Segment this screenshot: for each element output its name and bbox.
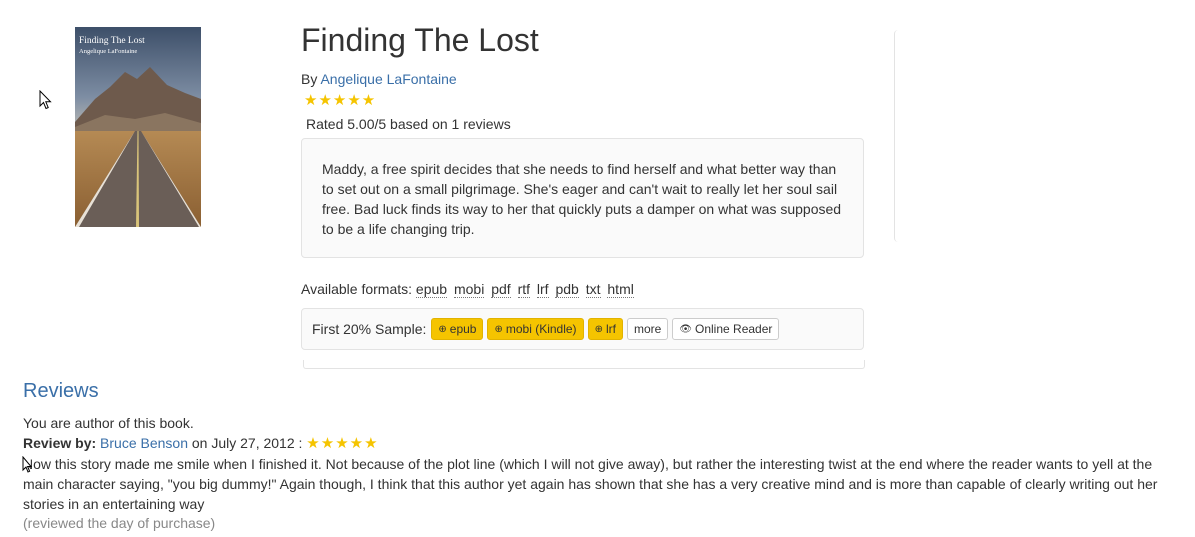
- author-note: You are author of this book.: [23, 415, 194, 431]
- cover-author: Angelique LaFontaine: [79, 48, 138, 55]
- sample-more-button[interactable]: more: [626, 318, 669, 340]
- format-lrf[interactable]: lrf: [536, 281, 549, 298]
- sample-lrf-label: lrf: [605, 322, 616, 336]
- review-star-rating-icon: ★★★★★: [306, 435, 379, 452]
- review-by-label: Review by:: [23, 435, 97, 451]
- sample-label: First 20% Sample:: [312, 321, 427, 337]
- panel-bottom-edge: [303, 360, 865, 369]
- online-reader-button[interactable]: 👁 Online Reader: [672, 318, 780, 340]
- review-text: Now this story made me smile when I fini…: [23, 456, 1158, 512]
- eye-icon: 👁: [679, 323, 692, 335]
- byline: By Angelique LaFontaine: [301, 70, 457, 88]
- sample-mobi-label: mobi (Kindle): [505, 322, 577, 336]
- sample-mobi-button[interactable]: ⊕ mobi (Kindle): [487, 318, 584, 340]
- review-date: on July 27, 2012 :: [191, 435, 303, 451]
- download-icon: ⊕: [438, 323, 447, 335]
- format-mobi[interactable]: mobi: [453, 281, 485, 298]
- author-link[interactable]: Angelique LaFontaine: [320, 71, 456, 87]
- cover-title: Finding The Lost: [79, 36, 145, 46]
- mouse-pointer-icon: [39, 90, 52, 110]
- sample-epub-label: epub: [449, 322, 477, 336]
- download-icon: ⊕: [594, 323, 603, 335]
- formats-label: Available formats:: [301, 281, 413, 297]
- available-formats: Available formats: epub mobi pdf rtf lrf…: [301, 280, 637, 298]
- cover-illustration: [75, 27, 201, 227]
- sample-more-label: more: [633, 322, 662, 336]
- sample-epub-button[interactable]: ⊕ epub: [431, 318, 484, 340]
- text-cursor-icon: [22, 456, 33, 473]
- rating-summary: Rated 5.00/5 based on 1 reviews: [306, 116, 511, 132]
- reviews-heading: Reviews: [23, 380, 99, 402]
- cover-text: Finding The Lost Angelique LaFontaine: [79, 36, 145, 56]
- side-panel-edge: [894, 30, 898, 242]
- download-icon: ⊕: [494, 323, 503, 335]
- book-description: Maddy, a free spirit decides that she ne…: [301, 138, 864, 258]
- format-pdf[interactable]: pdf: [491, 281, 511, 298]
- online-reader-label: Online Reader: [695, 322, 773, 336]
- by-prefix: By: [301, 71, 318, 87]
- sample-lrf-button[interactable]: ⊕ lrf: [587, 318, 623, 340]
- sample-download-bar: First 20% Sample: ⊕ epub ⊕ mobi (Kindle)…: [301, 308, 864, 350]
- format-pdb[interactable]: pdb: [555, 281, 579, 298]
- book-cover[interactable]: Finding The Lost Angelique LaFontaine: [75, 27, 201, 227]
- format-epub[interactable]: epub: [415, 281, 448, 298]
- star-rating-icon: ★★★★★: [304, 92, 377, 109]
- book-title: Finding The Lost: [301, 22, 539, 58]
- description-text: Maddy, a free spirit decides that she ne…: [322, 161, 842, 237]
- format-html[interactable]: html: [607, 281, 634, 298]
- format-rtf[interactable]: rtf: [517, 281, 531, 298]
- review-purchase-note: (reviewed the day of purchase): [23, 515, 216, 531]
- format-txt[interactable]: txt: [585, 281, 601, 298]
- reviewer-link[interactable]: Bruce Benson: [100, 435, 188, 451]
- review-header: Review by: Bruce Benson on July 27, 2012…: [23, 434, 379, 453]
